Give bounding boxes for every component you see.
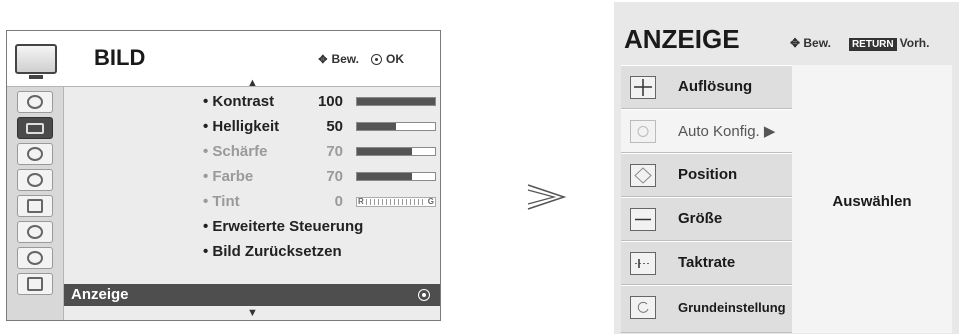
screen-icon[interactable] <box>17 117 53 139</box>
crosshair-icon <box>630 76 656 99</box>
menu-item-label: Größe <box>678 210 723 227</box>
tint-g-label: G <box>427 197 434 206</box>
tint-r-label: R <box>358 197 364 206</box>
page-title: BILD <box>94 45 146 70</box>
return-key-icon: RETURN <box>848 38 897 51</box>
anzeige-menu: ANZEIGE ✥ Bew. RETURN Vorh. Auflösung Auto… <box>614 2 959 334</box>
move-arrows-icon: ✥ <box>318 54 328 66</box>
menu-item-aufloesung[interactable]: Auflösung <box>621 65 792 109</box>
level-bar[interactable] <box>356 122 436 131</box>
setting-label: • Bild Zurücksetzen <box>203 243 342 260</box>
setting-value: 0 <box>334 193 343 210</box>
level-bar[interactable] <box>356 172 436 181</box>
menu-item-groesse[interactable]: Größe <box>621 197 792 241</box>
setting-value: 70 <box>326 143 343 160</box>
anzeige-list: Auflösung Auto Konfig. ▶ Position Größe … <box>621 65 792 333</box>
reset-icon <box>630 296 656 319</box>
options-icon[interactable] <box>17 195 53 217</box>
hint-ok: OK <box>386 52 404 66</box>
tv-icon <box>7 31 64 87</box>
setting-label: • Schärfe <box>203 143 268 160</box>
ok-icon <box>418 289 430 301</box>
bild-menu: BILD ✥ Bew. OK ▲ • Kontrast 100 • Helligke… <box>6 30 441 321</box>
anzeige-header: ANZEIGE ✥ Bew. RETURN Vorh. <box>614 2 959 65</box>
picture-icon[interactable] <box>17 91 53 113</box>
ok-icon <box>371 54 382 65</box>
menu-item-label: Taktrate <box>678 254 736 271</box>
menu-item-position[interactable]: Position <box>621 153 792 197</box>
next-step-arrow-icon <box>527 184 567 210</box>
clock-rate-icon <box>630 252 656 275</box>
level-bar[interactable] <box>356 147 436 156</box>
scroll-up-icon[interactable]: ▲ <box>247 77 258 89</box>
hint-move: Bew. <box>331 52 359 66</box>
tint-bar[interactable]: R G <box>356 197 436 207</box>
key-hint: ✥ Bew. OK <box>318 52 404 66</box>
menu-item-taktrate[interactable]: Taktrate <box>621 241 792 285</box>
setting-label: • Farbe <box>203 168 254 185</box>
category-rail <box>7 31 64 320</box>
menu-item-label: Auto Konfig. ▶ <box>678 123 776 140</box>
page-title: ANZEIGE <box>624 24 740 54</box>
detail-panel: Auswählen <box>792 65 952 333</box>
audio-icon[interactable] <box>17 143 53 165</box>
auto-config-icon <box>630 120 656 143</box>
scroll-down-icon[interactable]: ▼ <box>247 307 258 319</box>
menu-item-grundeinstellung[interactable]: Grundeinstellung <box>621 285 792 333</box>
setting-value: 70 <box>326 168 343 185</box>
select-prompt: Auswählen <box>832 193 912 210</box>
setting-label: • Kontrast <box>203 93 275 110</box>
setting-value: 50 <box>326 118 343 135</box>
input-icon[interactable] <box>17 247 53 269</box>
time-icon[interactable] <box>17 169 53 191</box>
selected-item-label: Anzeige <box>71 286 129 303</box>
setting-label: • Helligkeit <box>203 118 280 135</box>
menu-item-label: Auflösung <box>678 78 753 95</box>
key-hint: ✥ Bew. RETURN Vorh. <box>790 36 929 51</box>
menu-item-label: Grundeinstellung <box>678 300 786 315</box>
position-icon <box>630 164 656 187</box>
size-icon <box>630 208 656 231</box>
lock-icon[interactable] <box>17 221 53 243</box>
level-bar[interactable] <box>356 97 436 106</box>
selected-menu-item-anzeige[interactable]: Anzeige <box>64 284 440 306</box>
setting-label: • Tint <box>203 193 240 210</box>
hint-prev: Vorh. <box>899 36 930 50</box>
hint-move: Bew. <box>803 36 831 50</box>
move-arrows-icon: ✥ <box>790 36 804 50</box>
setting-label: • Erweiterte Steuerung <box>203 218 364 235</box>
setting-value: 100 <box>317 93 343 110</box>
usb-icon[interactable] <box>17 273 53 295</box>
menu-item-auto-konfig[interactable]: Auto Konfig. ▶ <box>621 109 792 153</box>
menu-item-label: Position <box>678 166 738 183</box>
